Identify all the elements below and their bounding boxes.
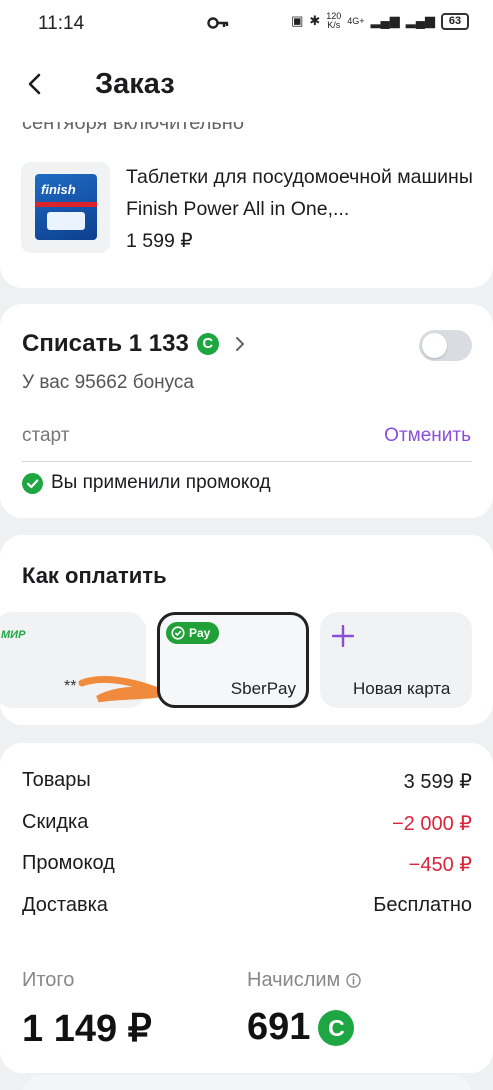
- summary-label: Скидка: [22, 811, 89, 833]
- status-bar: 11:14 ▣ ✱ 120 K/s 4G+ ▂▄▆ ▂▄▆ 63: [0, 0, 493, 48]
- status-icons: ▣ ✱ 120 K/s 4G+ ▂▄▆ ▂▄▆ 63: [291, 12, 469, 30]
- divider: [22, 461, 472, 462]
- bonus-balance: У вас 95662 бонуса: [22, 372, 194, 393]
- sberpay-option[interactable]: Pay SberPay: [157, 612, 309, 708]
- product-name[interactable]: Таблетки для посудомоечной машины Finish…: [126, 161, 476, 225]
- bonus-card: Списать 1 133 С У вас 95662 бонуса старт…: [0, 304, 493, 518]
- promo-code: старт: [22, 425, 70, 446]
- summary-label: Доставка: [22, 894, 108, 916]
- redaction-scribble: [78, 675, 168, 703]
- summary-row-discount: Скидка −2 000 ₽: [22, 811, 472, 836]
- bonus-toggle[interactable]: [419, 330, 472, 361]
- bonus-write-off[interactable]: Списать 1 133 С: [22, 330, 219, 358]
- accrue-label: Начислим: [247, 969, 341, 991]
- promo-applied: Вы применили промокод: [22, 472, 271, 494]
- order-summary-card: Товары 3 599 ₽ Скидка −2 000 ₽ Промокод …: [0, 743, 493, 1073]
- signal-icon-2: ▂▄▆: [405, 13, 435, 28]
- bonus-title: Списать 1 133: [22, 330, 189, 357]
- chevron-right-icon[interactable]: [234, 335, 246, 353]
- accrue-label-row: Начислим: [247, 969, 362, 992]
- product-card: сентября включительно finish Таблетки дл…: [0, 100, 493, 288]
- network-type: 4G+: [347, 15, 365, 26]
- nfc-icon: ▣: [291, 13, 304, 28]
- sber-badge-text: Pay: [189, 626, 211, 640]
- payment-card: Как оплатить МИР ** Pay SberPay Новая ка…: [0, 535, 493, 725]
- product-price: 1 599 ₽: [126, 230, 193, 252]
- promo-cancel-button[interactable]: Отменить: [384, 425, 471, 447]
- key-icon: [207, 17, 229, 29]
- product-image[interactable]: finish: [21, 162, 110, 253]
- status-time: 11:14: [38, 13, 85, 34]
- payment-title: Как оплатить: [22, 563, 167, 588]
- sber-check-icon: [171, 626, 185, 640]
- total-label: Итого: [22, 969, 75, 991]
- new-card-option[interactable]: Новая карта: [320, 612, 472, 708]
- accrue-coin-icon: С: [318, 1009, 355, 1046]
- pack-stripe: [35, 202, 97, 207]
- signal-icon: ▂▄▆: [370, 13, 400, 28]
- page-title: Заказ: [95, 68, 175, 100]
- app-header: Заказ: [0, 48, 493, 122]
- accrue-value: 691: [247, 1006, 311, 1048]
- check-circle-icon: [22, 472, 43, 494]
- summary-value: 3 599 ₽: [403, 771, 472, 793]
- sberpay-label: SberPay: [230, 679, 296, 698]
- bonus-coin-icon: С: [196, 333, 219, 355]
- net-speed-unit: K/s: [327, 20, 341, 30]
- battery-icon: 63: [441, 12, 469, 30]
- bluetooth-icon: ✱: [309, 13, 321, 28]
- total-value: 1 149 ₽: [22, 1008, 152, 1050]
- summary-row-goods: Товары 3 599 ₽: [22, 769, 472, 794]
- product-pack-image: finish: [35, 174, 97, 240]
- pack-logo: finish: [41, 182, 76, 197]
- new-card-label: Новая карта: [353, 679, 451, 698]
- saved-card-option[interactable]: МИР **: [0, 612, 168, 708]
- pack-tablets: [47, 212, 85, 230]
- toggle-knob: [422, 333, 447, 358]
- summary-label: Промокод: [22, 852, 115, 874]
- accrue-value-row: 691 С: [247, 1006, 355, 1049]
- info-icon[interactable]: [346, 973, 362, 988]
- plus-icon: [332, 625, 354, 647]
- card-number-mask: **: [64, 678, 77, 695]
- sberpay-badge: Pay: [166, 622, 220, 644]
- mir-logo: МИР: [1, 629, 26, 641]
- summary-value: −450 ₽: [408, 854, 472, 876]
- summary-value: −2 000 ₽: [391, 813, 472, 835]
- next-section: [22, 1075, 472, 1090]
- back-arrow-icon[interactable]: [24, 72, 46, 96]
- summary-row-promo: Промокод −450 ₽: [22, 852, 472, 877]
- summary-label: Товары: [22, 769, 91, 791]
- summary-value: Бесплатно: [373, 894, 472, 916]
- net-speed: 120 K/s: [326, 12, 341, 30]
- summary-row-delivery: Доставка Бесплатно: [22, 894, 472, 917]
- promo-applied-text: Вы применили промокод: [51, 472, 271, 493]
